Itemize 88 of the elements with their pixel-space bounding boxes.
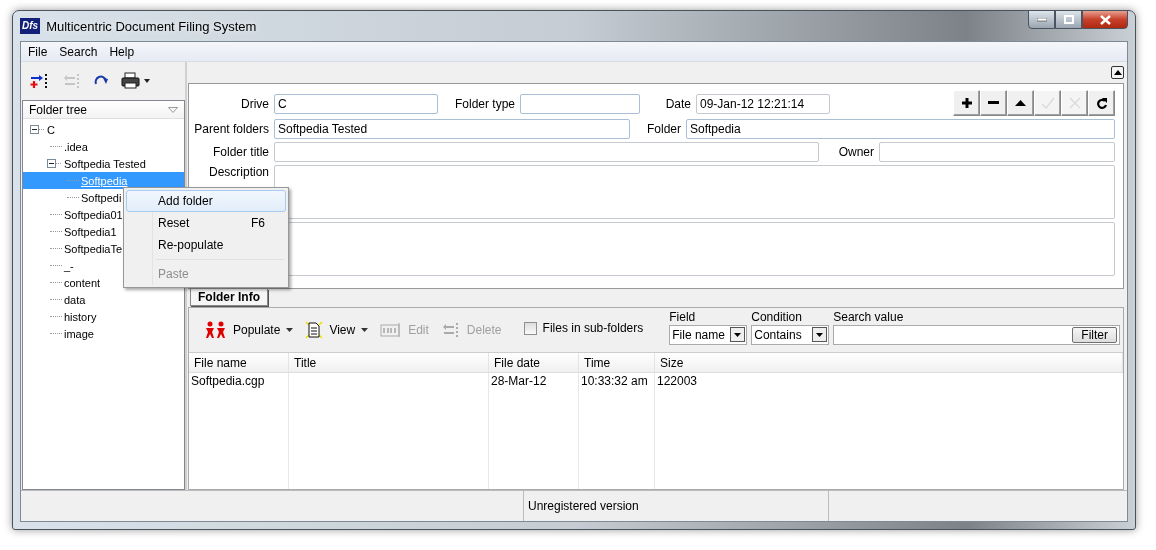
table-cell-text: 10:33:32 am bbox=[580, 373, 649, 390]
table-cell-text: Softpedia.cgp bbox=[190, 373, 266, 390]
input-field[interactable] bbox=[879, 142, 1115, 162]
column-header[interactable]: Title bbox=[289, 353, 489, 372]
field-label: Date bbox=[664, 97, 691, 111]
tree-item[interactable]: history bbox=[64, 310, 97, 323]
condition-dropdown[interactable]: Contains bbox=[751, 324, 830, 345]
subfolders-checkbox[interactable]: Files in sub-folders bbox=[523, 321, 644, 335]
input-field[interactable]: 09-Jan-12 12:21:14 bbox=[696, 94, 830, 114]
description-field[interactable] bbox=[274, 165, 1115, 219]
toolbar-button[interactable]: Populate bbox=[201, 321, 298, 339]
field-dropdown[interactable]: File name bbox=[669, 324, 748, 345]
plus-icon bbox=[961, 98, 972, 108]
close-icon bbox=[1099, 14, 1111, 25]
collapse-toggle[interactable] bbox=[30, 125, 39, 134]
checkbox-label: Files in sub-folders bbox=[542, 321, 644, 335]
table-cell-text: 122003 bbox=[656, 373, 699, 390]
tree-item[interactable]: data bbox=[64, 293, 86, 306]
menu-item[interactable]: File bbox=[23, 44, 53, 59]
input-field[interactable] bbox=[274, 142, 819, 162]
record-button[interactable] bbox=[953, 90, 980, 116]
field-label: Folder title bbox=[211, 145, 269, 159]
tree-item[interactable]: SoftpediaTe bbox=[64, 242, 123, 255]
text-field-icon bbox=[380, 322, 403, 338]
checkbox[interactable] bbox=[523, 321, 537, 335]
column-header[interactable]: Size bbox=[655, 353, 1123, 372]
triangle-up-icon bbox=[1015, 100, 1026, 106]
maximize-icon bbox=[1063, 15, 1074, 24]
tree-item[interactable]: Softpedia1 bbox=[64, 225, 117, 238]
minimize-button[interactable] bbox=[1028, 10, 1055, 29]
tree-item[interactable]: .idea bbox=[64, 140, 88, 153]
toolbar-button[interactable]: View bbox=[301, 321, 373, 339]
column-header[interactable]: Time bbox=[579, 353, 655, 372]
caret-icon bbox=[361, 328, 369, 332]
triangle-up-icon bbox=[1113, 70, 1122, 75]
field-label: Owner bbox=[837, 145, 874, 159]
tree-item[interactable]: image bbox=[64, 327, 94, 340]
maximize-button[interactable] bbox=[1055, 10, 1082, 29]
minus-icon bbox=[988, 101, 999, 105]
minimize-icon bbox=[1036, 17, 1047, 22]
field-label: Condition bbox=[751, 309, 803, 324]
field-label: Parent folders bbox=[193, 122, 269, 136]
cross-icon bbox=[1068, 97, 1081, 109]
menu-item[interactable]: Search bbox=[54, 44, 103, 59]
field-label: Folder bbox=[646, 122, 681, 136]
caret-icon bbox=[286, 328, 294, 332]
refresh-icon bbox=[1095, 97, 1108, 109]
people-icon bbox=[205, 321, 227, 339]
app-logo: Dfs bbox=[20, 18, 41, 34]
menu-item[interactable]: Re-populate bbox=[126, 234, 286, 256]
field-label: Field bbox=[669, 309, 697, 324]
menu-item[interactable]: Reset F6 bbox=[126, 212, 286, 234]
input-field[interactable] bbox=[520, 94, 640, 114]
record-button[interactable] bbox=[1088, 90, 1115, 116]
field-label: Drive bbox=[240, 97, 269, 111]
field-label: Description bbox=[207, 165, 269, 179]
collapse-button[interactable] bbox=[1111, 66, 1124, 79]
tree-item[interactable]: C bbox=[47, 123, 55, 136]
column-header[interactable]: File date bbox=[489, 353, 579, 372]
window-title: Multicentric Document Filing System bbox=[46, 18, 257, 34]
collapse-toggle[interactable] bbox=[47, 159, 56, 168]
column-header[interactable]: File name bbox=[189, 353, 289, 372]
input-field[interactable]: C bbox=[274, 94, 438, 114]
input-field[interactable]: Softpedia bbox=[686, 119, 1115, 139]
field-label: Folder type bbox=[453, 97, 515, 111]
toolbar-button[interactable] bbox=[121, 72, 151, 90]
tree-item[interactable]: _- bbox=[64, 259, 74, 272]
tree-item[interactable]: Softpedia Tested bbox=[64, 157, 146, 170]
input-field[interactable]: Softpedia Tested bbox=[274, 119, 630, 139]
record-button[interactable] bbox=[1007, 90, 1034, 116]
table-cell-text: 28-Mar-12 bbox=[490, 373, 548, 390]
menu-item[interactable]: Help bbox=[104, 44, 140, 59]
check-icon bbox=[1040, 97, 1055, 109]
tree-item[interactable]: Softpedi bbox=[81, 191, 122, 204]
record-button[interactable] bbox=[980, 90, 1007, 116]
tree-header-label: Folder tree bbox=[29, 102, 88, 117]
caret-icon bbox=[734, 332, 742, 337]
printer-icon bbox=[121, 72, 151, 90]
tab[interactable]: Folder Info bbox=[190, 289, 268, 306]
tree-item[interactable]: Softpedia01 bbox=[64, 208, 123, 221]
tree-item[interactable]: content bbox=[64, 276, 101, 289]
close-button[interactable] bbox=[1082, 10, 1128, 29]
menu-item[interactable]: Add folder bbox=[126, 190, 286, 212]
sort-icon bbox=[168, 106, 178, 113]
field-label: Search value bbox=[833, 309, 905, 324]
document-icon bbox=[305, 321, 324, 339]
caret-icon bbox=[816, 332, 824, 337]
status-text: Unregistered version bbox=[528, 499, 639, 513]
